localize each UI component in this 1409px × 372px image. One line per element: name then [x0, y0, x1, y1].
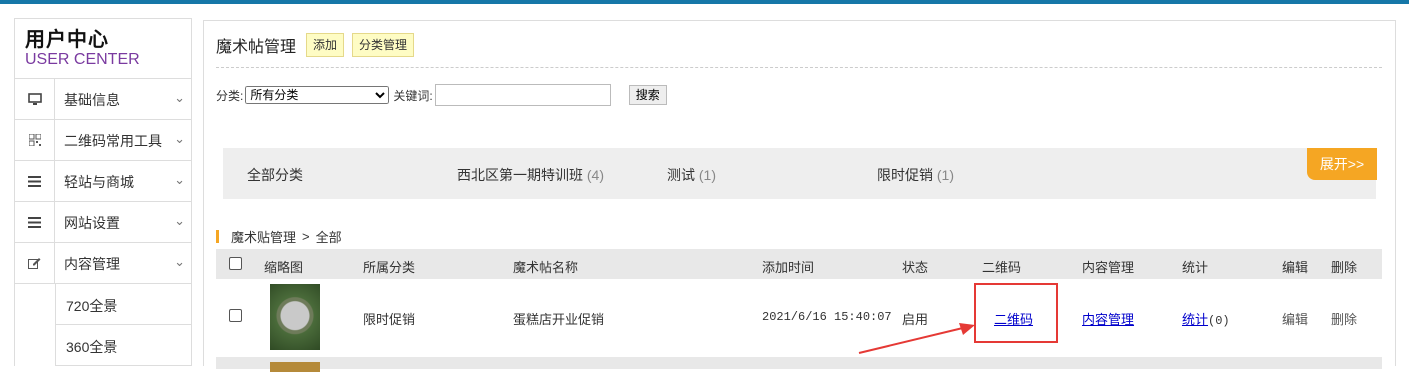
expand-button[interactable]: 展开>> [1307, 148, 1377, 180]
category-tab-flash-sale[interactable]: 限时促销 (1) [877, 165, 954, 185]
category-tab-label: 限时促销 [877, 167, 933, 183]
stats-link[interactable]: 统计 [1182, 312, 1208, 327]
sidebar-item-label: 轻站与商城 [64, 174, 134, 190]
category-tab-label: 测试 [667, 167, 695, 183]
header-edit: 编辑 [1282, 260, 1309, 275]
chevron-down-icon: ⌄ [174, 213, 185, 228]
monitor-icon [15, 79, 55, 119]
select-all-checkbox[interactable] [229, 257, 242, 270]
sidebar-item-label: 网站设置 [64, 215, 120, 231]
breadcrumb: 魔术贴管理 > 全部 [216, 227, 342, 246]
sidebar-subitem-360-panorama[interactable]: 360全景 [55, 325, 191, 366]
chevron-down-icon: ⌄ [174, 131, 185, 146]
category-tab-label: 西北区第一期特训班 [457, 167, 583, 183]
category-tab-count: (4) [586, 167, 605, 183]
category-tab-count: (1) [698, 167, 717, 183]
sidebar-item-site-settings[interactable]: 网站设置 ⌄ [15, 202, 191, 243]
sidebar-item-basic-info[interactable]: 基础信息 ⌄ [15, 79, 191, 120]
stats-count: (0) [1208, 314, 1230, 328]
sidebar-item-label: 基础信息 [64, 92, 120, 108]
header-status: 状态 [902, 260, 929, 275]
menu-icon [15, 202, 55, 242]
chevron-down-icon: ⌄ [174, 90, 185, 105]
category-tab-all[interactable]: 全部分类 [247, 165, 303, 185]
header-name: 魔术帖名称 [513, 260, 579, 275]
header-category: 所属分类 [363, 260, 416, 275]
header-content-manage: 内容管理 [1082, 260, 1135, 275]
header-stats: 统计 [1182, 260, 1209, 275]
breadcrumb-separator: > [302, 229, 310, 244]
edit-action[interactable]: 编辑 [1282, 309, 1308, 328]
cell-name: 蛋糕店开业促销 [513, 312, 605, 327]
menu-icon [15, 161, 55, 201]
category-tab-count: (1) [936, 167, 955, 183]
sidebar-item-qrcode-tools[interactable]: 二维码常用工具 ⌄ [15, 120, 191, 161]
main-panel: 魔术帖管理 添加 分类管理 分类: 所有分类 关键词: 搜索 全部分类 西北区第… [203, 20, 1396, 372]
category-tab-test[interactable]: 测试 (1) [667, 165, 716, 185]
search-button[interactable]: 搜索 [628, 85, 667, 105]
chevron-down-icon: ⌄ [174, 254, 185, 269]
keyword-label: 关键词: [393, 88, 433, 103]
page-title: 魔术帖管理 [216, 39, 297, 56]
cell-stats: 统计(0) [1182, 309, 1230, 328]
header-qrcode: 二维码 [982, 260, 1022, 275]
user-center-title: 用户中心 [25, 29, 109, 51]
sidebar-subitem-label: 360全景 [66, 339, 118, 355]
user-center-subtitle: USER CENTER [25, 51, 140, 68]
breadcrumb-current: 全部 [315, 230, 342, 245]
category-filter-label: 分类: [216, 88, 244, 103]
thumbnail-image [270, 284, 320, 350]
table-row: 限时促销 蛋糕店开业促销 2021/6/16 15:40:07 启用 二维码 内… [216, 279, 1382, 357]
sidebar-subitem-label: 720全景 [66, 298, 118, 314]
page-header: 魔术帖管理 添加 分类管理 [216, 33, 422, 57]
keyword-input[interactable] [434, 84, 611, 106]
top-accent-bar [0, 0, 1409, 4]
user-center-header: 用户中心 USER CENTER [15, 19, 191, 79]
category-tab-label: 全部分类 [247, 167, 303, 183]
header-delete: 删除 [1331, 260, 1358, 275]
breadcrumb-root[interactable]: 魔术贴管理 [231, 227, 296, 246]
divider [216, 67, 1382, 68]
sidebar-item-content-management[interactable]: 内容管理 ⌄ [15, 243, 191, 284]
filter-bar: 分类: 所有分类 关键词: 搜索 [216, 84, 667, 106]
row-checkbox[interactable] [229, 309, 242, 322]
table-header: 缩略图 所属分类 魔术帖名称 添加时间 状态 二维码 内容管理 统计 编辑 删除 [216, 249, 1382, 279]
chevron-down-icon: ⌄ [174, 172, 185, 187]
category-select[interactable]: 所有分类 [245, 86, 390, 104]
cell-category: 限时促销 [363, 312, 416, 327]
header-time: 添加时间 [762, 260, 815, 275]
sidebar-item-site-mall[interactable]: 轻站与商城 ⌄ [15, 161, 191, 202]
annotation-arrow [858, 323, 975, 354]
sidebar-item-label: 二维码常用工具 [64, 133, 162, 149]
sidebar: 用户中心 USER CENTER 基础信息 ⌄ 二维码常用工具 ⌄ 轻站与商城 … [14, 18, 192, 366]
category-tab-bar: 全部分类 西北区第一期特训班 (4) 测试 (1) 限时促销 (1) [223, 148, 1376, 199]
sidebar-item-label: 内容管理 [64, 256, 120, 272]
thumbnail-image [270, 362, 320, 372]
header-thumbnail: 缩略图 [264, 260, 304, 275]
qrcode-icon [15, 120, 55, 160]
delete-action[interactable]: 删除 [1331, 309, 1357, 328]
content-manage-link[interactable]: 内容管理 [1082, 309, 1134, 328]
table-row [216, 357, 1382, 372]
edit-icon [15, 243, 55, 283]
add-button[interactable]: 添加 [306, 33, 345, 57]
highlight-box [974, 283, 1058, 343]
breadcrumb-marker [216, 230, 219, 243]
category-tab-northwest-training[interactable]: 西北区第一期特训班 (4) [457, 165, 604, 185]
sidebar-subitem-720-panorama[interactable]: 720全景 [55, 284, 191, 325]
category-manage-button[interactable]: 分类管理 [352, 33, 415, 57]
